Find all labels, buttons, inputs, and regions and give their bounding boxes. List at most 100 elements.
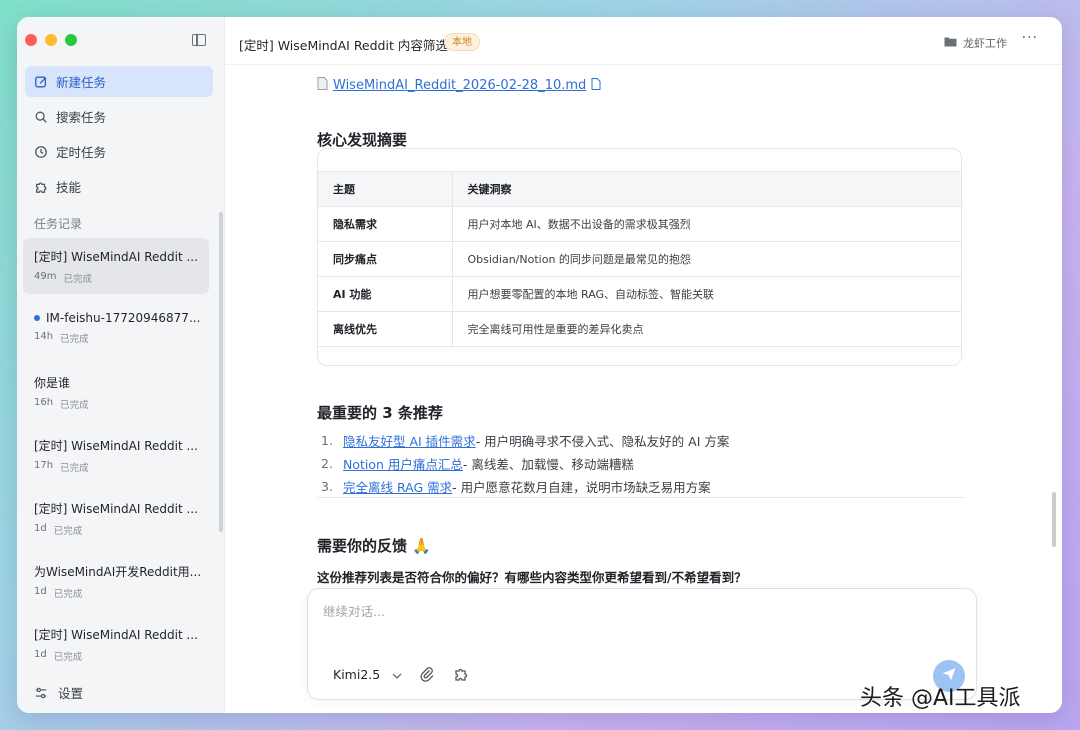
task-time: 16h	[34, 397, 54, 408]
search-task-button[interactable]: 搜索任务	[25, 101, 213, 132]
task-item[interactable]: [定时] WiseMindAI Reddit ... 1d 已完成	[23, 490, 209, 546]
recommendation-link[interactable]: 完全离线 RAG 需求	[343, 477, 452, 496]
task-time: 17h	[34, 460, 54, 471]
sidebar-scrollbar[interactable]	[219, 212, 223, 532]
summary-heading: 核心发现摘要	[317, 131, 408, 149]
table-cell: 同步痛点	[318, 241, 453, 277]
main-panel: [定时] WiseMindAI Reddit 内容筛选 本地 龙虾工作 ··· …	[225, 17, 1062, 713]
task-status: 已完成	[53, 589, 83, 600]
file-link[interactable]: WiseMindAI_Reddit_2026-02-28_10.md	[317, 77, 601, 94]
task-status: 已完成	[60, 400, 89, 411]
table-cell: AI 功能	[318, 276, 453, 312]
recommendation-desc: - 用户明确寻求不侵入式、隐私友好的 AI 方案	[475, 434, 730, 449]
new-task-label: 新建任务	[56, 75, 107, 90]
folder-icon	[944, 36, 957, 50]
task-title: IM-feishu-17720946877...	[46, 311, 201, 325]
recommendation-link[interactable]: Notion 用户痛点汇总	[343, 454, 463, 473]
search-icon	[34, 110, 48, 124]
task-time: 1d	[34, 586, 47, 597]
document-icon	[317, 77, 328, 94]
workspace-label: 龙虾工作	[963, 37, 1007, 50]
task-item[interactable]: 为WiseMindAI开发Reddit用... 1d 已完成	[23, 553, 209, 609]
minimize-window-button[interactable]	[45, 34, 57, 46]
task-item[interactable]: 你是谁 16h 已完成	[23, 364, 209, 420]
more-options-icon[interactable]: ···	[1022, 30, 1038, 46]
table-cell: 用户想要零配置的本地 RAG、自动标签、智能关联	[452, 276, 961, 312]
edit-icon	[34, 75, 48, 89]
recommendation-desc: - 离线差、加载慢、移动端糟糕	[462, 457, 634, 472]
task-item[interactable]: IM-feishu-17720946877... 14h 已完成	[23, 301, 209, 357]
task-time: 1d	[34, 523, 47, 534]
table-header-row: 主题 关键洞察	[318, 171, 961, 207]
list-item: 1. 隐私友好型 AI 插件需求 - 用户明确寻求不侵入式、隐私友好的 AI 方…	[317, 429, 729, 452]
task-status: 已完成	[53, 526, 83, 537]
workspace-button[interactable]: 龙虾工作	[944, 35, 1007, 51]
table-row: 离线优先 完全离线可用性是重要的差异化卖点	[318, 311, 961, 347]
table-cell: 离线优先	[318, 311, 453, 347]
table-cell: 用户对本地 AI、数据不出设备的需求极其强烈	[452, 206, 961, 242]
task-title: [定时] WiseMindAI Reddit ...	[34, 502, 198, 516]
model-selector[interactable]: Kimi2.5	[333, 667, 402, 682]
settings-label: 设置	[58, 686, 84, 701]
list-number: 3.	[321, 479, 333, 494]
watermark: 头条 @AI工具派	[860, 686, 1021, 711]
sidebar-toggle-icon[interactable]	[192, 34, 206, 46]
table-cell: 完全离线可用性是重要的差异化卖点	[452, 311, 961, 347]
sliders-icon	[34, 686, 48, 700]
maximize-window-button[interactable]	[65, 34, 77, 46]
main-scrollbar[interactable]	[1052, 492, 1056, 547]
chevron-down-icon	[392, 667, 402, 682]
task-title: 你是谁	[34, 376, 71, 390]
recommendation-link[interactable]: 隐私友好型 AI 插件需求	[343, 431, 476, 450]
unread-dot	[34, 315, 40, 321]
scheduled-task-label: 定时任务	[56, 145, 107, 160]
task-time: 14h	[34, 331, 54, 342]
close-window-button[interactable]	[25, 34, 37, 46]
feedback-question: 这份推荐列表是否符合你的偏好？有哪些内容类型你更希望看到/不希望看到？	[317, 570, 747, 585]
skills-label: 技能	[56, 180, 82, 195]
list-item: 3. 完全离线 RAG 需求 - 用户愿意花数月自建，说明市场缺乏易用方案	[317, 475, 729, 498]
new-task-button[interactable]: 新建任务	[25, 66, 213, 97]
list-number: 2.	[321, 456, 333, 471]
sidebar: 新建任务 搜索任务 定时任务 技能 任务记录 [定时] WiseMindAI R…	[17, 17, 225, 713]
task-status: 已完成	[60, 463, 89, 474]
task-status: 已完成	[63, 274, 92, 285]
topbar: [定时] WiseMindAI Reddit 内容筛选 本地 龙虾工作 ···	[225, 17, 1062, 65]
recommendation-desc: - 用户愿意花数月自建，说明市场缺乏易用方案	[452, 480, 711, 495]
task-item[interactable]: [定时] WiseMindAI Reddit ... 1d 已完成	[23, 616, 209, 672]
puzzle-icon	[34, 180, 48, 194]
app-window: 新建任务 搜索任务 定时任务 技能 任务记录 [定时] WiseMindAI R…	[17, 17, 1062, 713]
clock-icon	[34, 145, 48, 159]
table-row: 隐私需求 用户对本地 AI、数据不出设备的需求极其强烈	[318, 206, 961, 242]
chat-input[interactable]: 继续对话...	[323, 601, 385, 620]
recommendations-heading: 最重要的 3 条推荐	[317, 404, 443, 422]
table-cell: 隐私需求	[318, 206, 453, 242]
task-status: 已完成	[60, 334, 89, 345]
file-name: WiseMindAI_Reddit_2026-02-28_10.md	[333, 78, 587, 93]
task-status: 已完成	[53, 652, 83, 663]
task-time: 49m	[34, 271, 57, 282]
skills-button[interactable]: 技能	[25, 171, 213, 202]
table-row: 同步痛点 Obsidian/Notion 的同步问题是最常见的抱怨	[318, 241, 961, 277]
attachment-icon[interactable]	[419, 666, 435, 682]
plugin-icon[interactable]	[453, 666, 469, 682]
settings-button[interactable]: 设置	[34, 683, 83, 702]
model-name: Kimi2.5	[333, 667, 381, 682]
task-item[interactable]: [定时] WiseMindAI Reddit ... 17h 已完成	[23, 427, 209, 483]
list-item: 2. Notion 用户痛点汇总 - 离线差、加载慢、移动端糟糕	[317, 452, 729, 475]
page-title: [定时] WiseMindAI Reddit 内容筛选	[239, 38, 448, 53]
table-row: AI 功能 用户想要零配置的本地 RAG、自动标签、智能关联	[318, 276, 961, 312]
list-number: 1.	[321, 433, 333, 448]
window-controls	[25, 34, 77, 46]
search-task-label: 搜索任务	[56, 110, 107, 125]
scheduled-task-button[interactable]: 定时任务	[25, 136, 213, 167]
task-item[interactable]: [定时] WiseMindAI Reddit ... 49m 已完成	[23, 238, 209, 294]
local-badge: 本地	[444, 33, 480, 51]
task-title: [定时] WiseMindAI Reddit ...	[34, 250, 198, 264]
table-cell: Obsidian/Notion 的同步问题是最常见的抱怨	[452, 241, 961, 277]
task-history-title: 任务记录	[34, 217, 83, 231]
recommendations-list: 1. 隐私友好型 AI 插件需求 - 用户明确寻求不侵入式、隐私友好的 AI 方…	[317, 429, 729, 498]
file-icon	[591, 77, 601, 94]
task-time: 1d	[34, 649, 47, 660]
feedback-heading: 需要你的反馈 🙏	[317, 537, 431, 555]
